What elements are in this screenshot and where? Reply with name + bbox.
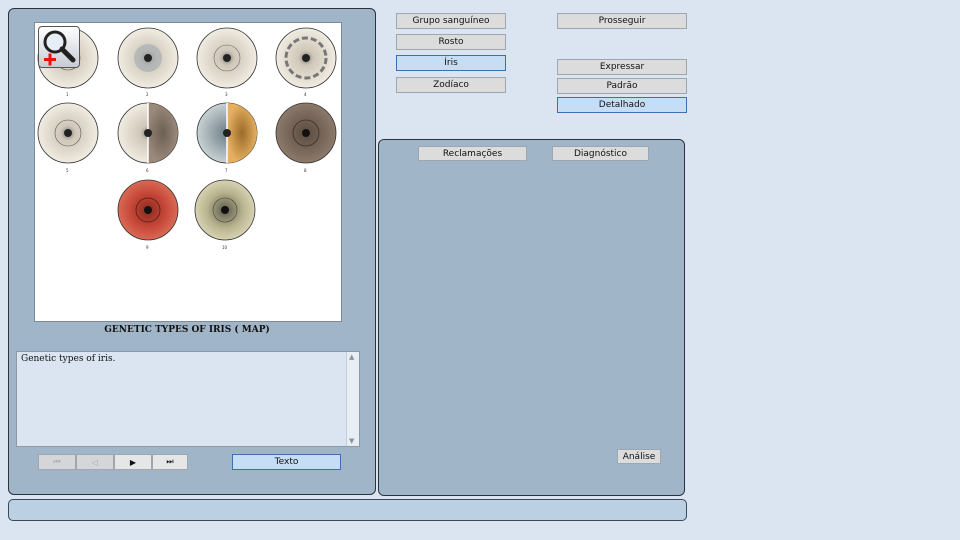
- iris-6: 6: [117, 102, 179, 173]
- scroll-down-icon[interactable]: ▼: [349, 437, 354, 445]
- iris-label-6: 6: [146, 168, 149, 173]
- iris-label-10: 10: [222, 245, 228, 250]
- iris-map-image: 1 2 3 4 5 6 7 8 9 10: [34, 22, 342, 322]
- iris-chart-svg: 1 2 3 4 5 6 7 8 9 10: [37, 27, 337, 250]
- iris-label-3: 3: [225, 92, 228, 97]
- category-blood-group-button[interactable]: Grupo sanguíneo: [396, 13, 506, 29]
- description-scrollbar[interactable]: ▲ ▼: [346, 352, 359, 446]
- standard-button[interactable]: Padrão: [557, 78, 687, 94]
- iris-label-9: 9: [146, 245, 149, 250]
- description-textbox[interactable]: Genetic types of iris. ▲ ▼: [16, 351, 360, 447]
- iris-7: 7: [196, 102, 258, 173]
- iris-label-5: 5: [66, 168, 69, 173]
- iris-8: 8: [275, 102, 337, 173]
- first-image-button[interactable]: ⏮: [38, 454, 76, 470]
- last-icon: ⏭: [166, 457, 174, 466]
- iris-label-4: 4: [304, 92, 307, 97]
- iris-3: 3: [196, 27, 258, 97]
- iris-label-8: 8: [304, 168, 307, 173]
- first-icon: ⏮: [53, 457, 61, 466]
- status-bar: [8, 499, 687, 521]
- next-image-button[interactable]: ▶: [114, 454, 152, 470]
- category-iris-button[interactable]: Íris: [396, 55, 506, 71]
- analysis-button[interactable]: Análise: [617, 449, 661, 464]
- image-caption: GENETIC TYPES OF IRIS ( MAP): [104, 325, 270, 335]
- tab-complaints[interactable]: Reclamações: [418, 146, 527, 161]
- iris-9: 9: [117, 179, 179, 250]
- iris-label-7: 7: [225, 168, 228, 173]
- next-icon: ▶: [129, 457, 137, 467]
- previous-image-button[interactable]: ◁: [76, 454, 114, 470]
- express-button[interactable]: Expressar: [557, 59, 687, 75]
- category-face-button[interactable]: Rosto: [396, 34, 506, 50]
- text-toggle-button[interactable]: Texto: [232, 454, 341, 470]
- last-image-button[interactable]: ⏭: [152, 454, 188, 470]
- iris-4: 4: [275, 27, 337, 97]
- iris-label-1: 1: [66, 92, 69, 97]
- analysis-panel: [378, 139, 685, 496]
- iris-10: 10: [194, 179, 256, 250]
- scroll-up-icon[interactable]: ▲: [349, 353, 354, 361]
- previous-icon: ◁: [91, 457, 99, 467]
- tab-diagnosis[interactable]: Diagnóstico: [552, 146, 649, 161]
- description-text: Genetic types of iris.: [21, 354, 116, 364]
- detailed-button[interactable]: Detalhado: [557, 97, 687, 113]
- magnifier-plus-icon[interactable]: [38, 26, 80, 68]
- iris-5: 5: [37, 102, 99, 173]
- iris-2: 2: [117, 27, 179, 97]
- iris-label-2: 2: [146, 92, 149, 97]
- continue-button[interactable]: Prosseguir: [557, 13, 687, 29]
- category-zodiac-button[interactable]: Zodíaco: [396, 77, 506, 93]
